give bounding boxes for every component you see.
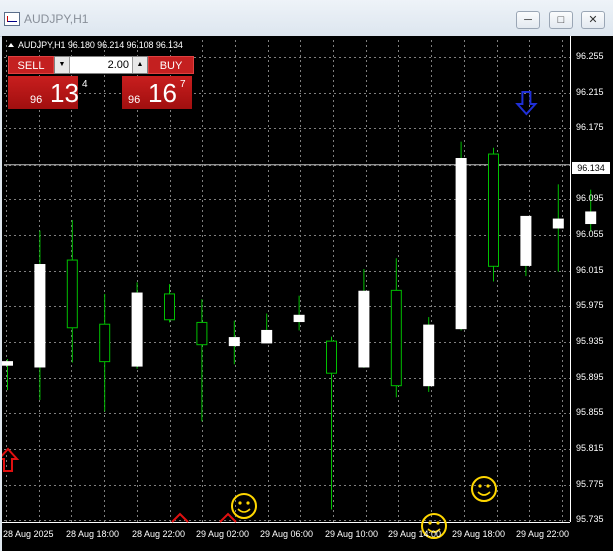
buy-price-prefix: 96 <box>128 94 141 106</box>
price-axis-label: 96.055 <box>576 229 604 240</box>
candle-body <box>488 153 499 267</box>
sell-price-fraction: 4 <box>82 79 88 90</box>
price-axis-label: 95.855 <box>576 407 604 418</box>
price-axis-label: 96.175 <box>576 122 604 133</box>
price-axis-label: 96.255 <box>576 50 604 61</box>
price-axis-label: 95.935 <box>576 336 604 347</box>
price-axis-label: 95.775 <box>576 478 604 489</box>
time-axis-label: 29 Aug 02:00 <box>196 529 250 539</box>
one-click-trading-panel: SELL ▼ 2.00 ▲ BUY 96 13 4 96 16 7 <box>6 54 194 112</box>
sell-price-prefix: 96 <box>30 94 43 106</box>
time-axis-label: 28 Aug 2025 <box>3 529 54 539</box>
triangle-up-icon: ▲ <box>136 61 144 68</box>
sell-button[interactable]: SELL <box>8 56 54 74</box>
maximize-icon: □ <box>557 14 565 26</box>
sell-arrow-icon <box>515 91 538 116</box>
chart-window-icon <box>4 12 20 26</box>
time-axis-label: 28 Aug 18:00 <box>66 529 120 539</box>
candle-body <box>99 323 111 363</box>
candle-body <box>34 264 46 368</box>
price-axis-label: 95.735 <box>576 514 604 525</box>
sell-price-tile[interactable]: 96 13 4 <box>8 76 88 109</box>
candle-body <box>520 215 532 266</box>
candle-body <box>552 218 564 229</box>
chart-header: AUDJPY,H1 96.180 96.214 96.108 96.134 <box>8 40 183 50</box>
volume-stepper[interactable]: ▼ 2.00 ▲ <box>54 56 148 74</box>
volume-decrease-button[interactable]: ▼ <box>55 57 70 73</box>
candle-body <box>66 259 78 329</box>
smiley-eye <box>486 484 490 488</box>
smiley-eye <box>428 521 432 525</box>
collapse-triangle-icon[interactable] <box>8 43 14 47</box>
candle-body <box>293 314 305 323</box>
current-price-label: 96.134 <box>572 162 610 174</box>
window-title: AUDJPY,H1 <box>24 12 89 26</box>
smiley-mouth <box>477 491 491 496</box>
candle-body <box>228 337 240 347</box>
candlestick-chart[interactable] <box>2 36 613 551</box>
smiley-mouth <box>237 508 251 513</box>
title-bar[interactable]: AUDJPY,H1 ─ □ ✕ <box>0 0 613 37</box>
price-axis-label: 96.095 <box>576 193 604 204</box>
maximize-button[interactable]: □ <box>549 11 573 29</box>
smiley-eye <box>246 501 250 505</box>
smiley-eye <box>436 521 440 525</box>
candle-body <box>2 361 13 366</box>
price-axis-label: 96.215 <box>576 86 604 97</box>
buy-price-tile[interactable]: 96 16 7 <box>122 76 192 109</box>
close-button[interactable]: ✕ <box>581 11 605 29</box>
candle-body <box>196 321 208 346</box>
smiley-icon <box>471 476 497 502</box>
time-axis-label: 29 Aug 18:00 <box>452 529 506 539</box>
buy-price-fraction: 7 <box>180 79 186 90</box>
chart-header-text: AUDJPY,H1 96.180 96.214 96.108 96.134 <box>18 40 183 50</box>
minimize-icon: ─ <box>524 14 532 26</box>
buy-price-pips: 16 <box>148 78 177 108</box>
buy-button[interactable]: BUY <box>148 56 194 74</box>
candle-body <box>390 289 402 387</box>
price-chart[interactable]: AUDJPY,H1 96.180 96.214 96.108 96.134 SE… <box>2 36 613 551</box>
volume-input[interactable]: 2.00 <box>69 57 133 73</box>
candle-body <box>358 290 370 368</box>
minimize-button[interactable]: ─ <box>516 11 540 29</box>
triangle-down-icon: ▼ <box>58 61 66 68</box>
time-axis-label: 29 Aug 22:00 <box>516 529 570 539</box>
candle-body <box>164 293 175 321</box>
candle-body <box>423 324 435 387</box>
smiley-eye <box>478 484 482 488</box>
smiley-eye <box>238 501 242 505</box>
candle-body <box>326 340 337 374</box>
candle-body <box>131 292 143 367</box>
time-axis-label: 29 Aug 10:00 <box>325 529 379 539</box>
buy-arrow-icon <box>219 512 237 523</box>
volume-increase-button[interactable]: ▲ <box>132 57 147 73</box>
price-axis-label: 96.015 <box>576 264 604 275</box>
candle-body <box>585 211 597 225</box>
time-axis-label: 29 Aug 06:00 <box>260 529 314 539</box>
terminal-window: AUDJPY,H1 ─ □ ✕ AUDJPY,H1 96.180 96.214 … <box>0 0 613 551</box>
close-icon: ✕ <box>588 14 598 26</box>
price-axis-label: 95.895 <box>576 371 604 382</box>
price-axis-label: 95.975 <box>576 300 604 311</box>
time-axis-label: 29 Aug 14:00 <box>388 529 442 539</box>
candle-body <box>261 329 273 344</box>
candle-body <box>455 157 467 330</box>
time-axis-label: 28 Aug 22:00 <box>132 529 186 539</box>
buy-arrow-icon <box>2 447 20 472</box>
price-axis-label: 95.815 <box>576 442 604 453</box>
sell-price-pips: 13 <box>50 78 79 108</box>
